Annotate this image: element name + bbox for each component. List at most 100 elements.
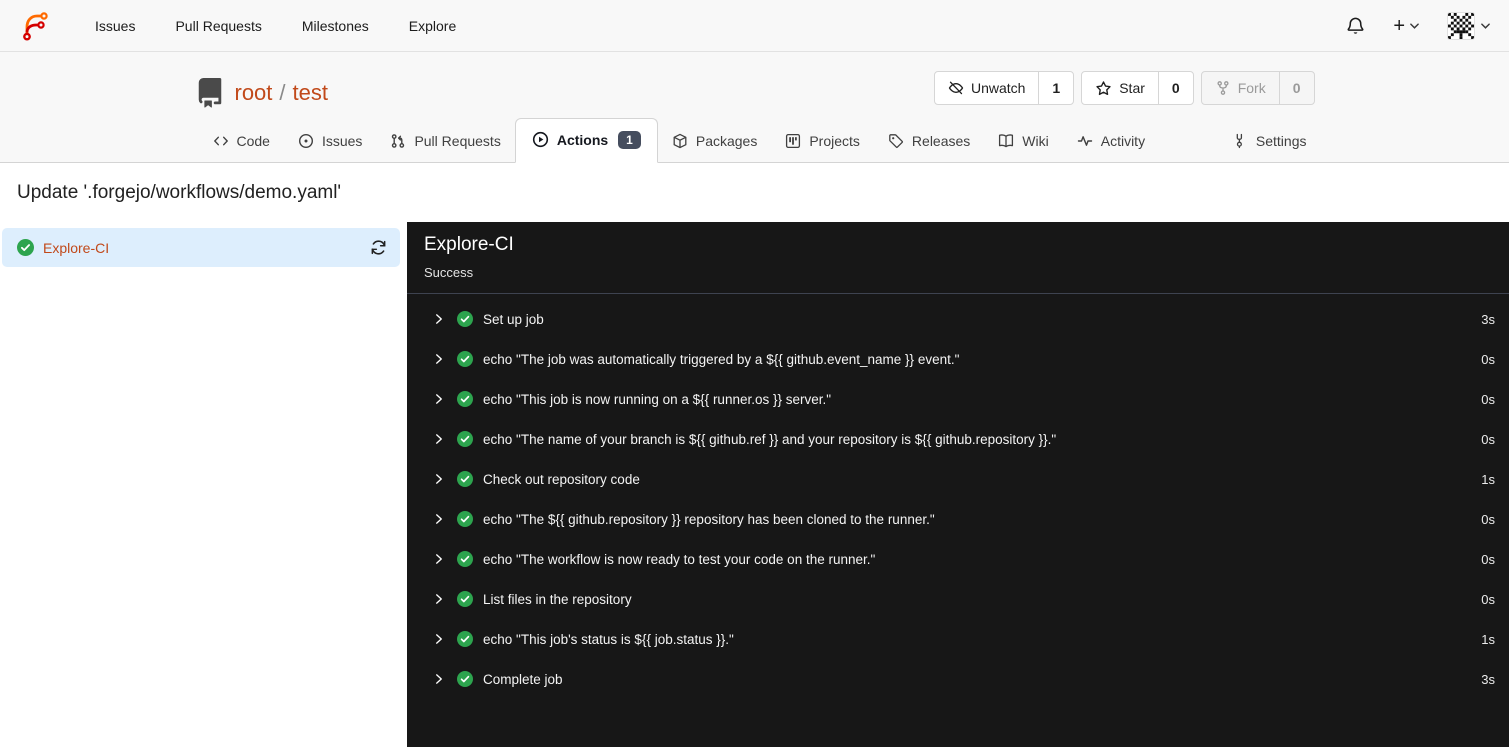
step-row-complete-job[interactable]: Complete job 3s xyxy=(407,659,1509,699)
actions-run-content: Explore-CI Explore-CI Success Set up job… xyxy=(0,222,1509,747)
chevron-right-icon xyxy=(433,513,445,525)
job-success-icon xyxy=(17,239,34,256)
step-duration: 0s xyxy=(1481,551,1495,567)
repo-breadcrumb: root / test xyxy=(235,80,329,106)
star-button[interactable]: Star 0 xyxy=(1081,71,1194,105)
tab-wiki[interactable]: Wiki xyxy=(984,121,1062,162)
watch-count[interactable]: 1 xyxy=(1038,72,1073,104)
step-row-echo-job-status[interactable]: echo "This job's status is ${{ job.statu… xyxy=(407,619,1509,659)
tab-label: Actions xyxy=(556,131,609,148)
notifications-button[interactable] xyxy=(1346,16,1365,36)
fork-count[interactable]: 0 xyxy=(1278,72,1314,104)
step-row-echo-triggered[interactable]: echo "The job was automatically triggere… xyxy=(407,339,1509,379)
tab-releases[interactable]: Releases xyxy=(874,121,984,162)
chevron-right-icon xyxy=(433,393,445,405)
step-duration: 0s xyxy=(1481,391,1495,407)
tab-label: Settings xyxy=(1255,133,1307,149)
bell-icon xyxy=(1347,17,1364,34)
tab-label: Wiki xyxy=(1022,133,1049,149)
step-duration: 1s xyxy=(1481,471,1495,487)
repo-separator: / xyxy=(279,80,286,106)
chevron-right-icon xyxy=(433,313,445,325)
actions-count-badge: 1 xyxy=(618,130,641,149)
step-duration: 0s xyxy=(1481,591,1495,607)
repo-owner-link[interactable]: root xyxy=(235,80,273,106)
user-menu-button[interactable] xyxy=(1447,11,1490,40)
chevron-right-icon xyxy=(433,473,445,485)
step-duration: 0s xyxy=(1481,511,1495,527)
chevron-down-icon xyxy=(1410,22,1419,29)
nav-link-milestones[interactable]: Milestones xyxy=(282,2,389,50)
tab-pull-requests[interactable]: Pull Requests xyxy=(376,121,514,162)
unwatch-button[interactable]: Unwatch 1 xyxy=(933,71,1075,105)
step-success-icon xyxy=(457,591,473,607)
step-row-checkout-code[interactable]: Check out repository code 1s xyxy=(407,459,1509,499)
navbar-links: Issues Pull Requests Milestones Explore xyxy=(75,2,476,50)
pull-request-icon xyxy=(392,134,405,148)
tab-activity[interactable]: Activity xyxy=(1063,121,1159,162)
create-new-button[interactable]: + xyxy=(1393,16,1419,36)
step-row-setup-job[interactable]: Set up job 3s xyxy=(407,299,1509,339)
issue-icon xyxy=(298,133,313,149)
tab-actions[interactable]: Actions 1 xyxy=(514,117,658,163)
star-label: Star xyxy=(1119,80,1145,96)
refresh-icon xyxy=(371,240,386,255)
tab-label: Releases xyxy=(911,133,971,149)
step-row-echo-branch-name[interactable]: echo "The name of your branch is ${{ git… xyxy=(407,419,1509,459)
step-success-icon xyxy=(457,391,473,407)
tab-projects[interactable]: Projects xyxy=(771,121,874,162)
step-row-echo-running-on[interactable]: echo "This job is now running on a ${{ r… xyxy=(407,379,1509,419)
repo-name-link[interactable]: test xyxy=(293,80,328,106)
fork-icon xyxy=(1217,81,1229,95)
tab-label: Projects xyxy=(809,133,860,149)
step-success-icon xyxy=(457,511,473,527)
nav-link-issues[interactable]: Issues xyxy=(75,2,155,50)
plus-icon: + xyxy=(1393,14,1405,37)
chevron-down-icon xyxy=(1481,22,1490,29)
step-success-icon xyxy=(457,431,473,447)
repo-tab-bar: Code Issues Pull Requests Actions 1 Pack… xyxy=(189,117,1321,163)
sidebar-job-explore-ci[interactable]: Explore-CI xyxy=(2,228,400,267)
tab-issues[interactable]: Issues xyxy=(284,121,376,162)
step-duration: 0s xyxy=(1481,431,1495,447)
step-success-icon xyxy=(457,631,473,647)
repo-title-row: root / test Unwatch 1 Star 0 Fork 0 xyxy=(189,52,1321,118)
step-success-icon xyxy=(457,471,473,487)
tab-code[interactable]: Code xyxy=(199,121,284,162)
step-label: echo "The workflow is now ready to test … xyxy=(483,551,876,567)
nav-link-pull-requests[interactable]: Pull Requests xyxy=(155,2,281,50)
step-row-list-files[interactable]: List files in the repository 0s xyxy=(407,579,1509,619)
tab-label: Pull Requests xyxy=(414,133,501,149)
step-label: echo "This job's status is ${{ job.statu… xyxy=(483,631,734,647)
chevron-right-icon xyxy=(433,673,445,685)
chevron-right-icon xyxy=(433,433,445,445)
step-label: echo "This job is now running on a ${{ r… xyxy=(483,391,832,407)
chevron-right-icon xyxy=(433,593,445,605)
chevron-right-icon xyxy=(433,353,445,365)
project-board-icon xyxy=(786,133,801,149)
package-icon xyxy=(673,133,687,149)
step-label: echo "The name of your branch is ${{ git… xyxy=(483,431,1057,447)
user-avatar xyxy=(1447,11,1475,40)
top-navbar: Issues Pull Requests Milestones Explore … xyxy=(0,0,1509,52)
star-count[interactable]: 0 xyxy=(1157,72,1193,104)
step-label: echo "The job was automatically triggere… xyxy=(483,351,960,367)
pulse-icon xyxy=(1077,136,1092,146)
step-row-echo-cloned[interactable]: echo "The ${{ github.repository }} repos… xyxy=(407,499,1509,539)
tab-settings[interactable]: Settings xyxy=(1218,121,1321,162)
rerun-job-button[interactable] xyxy=(368,237,389,258)
step-duration: 3s xyxy=(1481,671,1495,687)
step-duration: 1s xyxy=(1481,631,1495,647)
fork-button[interactable]: Fork 0 xyxy=(1200,71,1315,105)
nav-link-explore[interactable]: Explore xyxy=(389,2,476,50)
steps-list: Set up job 3s echo "The job was automati… xyxy=(407,294,1509,699)
run-header: Explore-CI Success xyxy=(407,222,1509,294)
star-icon xyxy=(1096,80,1111,95)
step-row-echo-ready-to-test[interactable]: echo "The workflow is now ready to test … xyxy=(407,539,1509,579)
forgejo-logo[interactable] xyxy=(19,10,51,42)
tab-packages[interactable]: Packages xyxy=(658,121,771,162)
navbar-right: + xyxy=(1346,11,1490,40)
unwatch-label: Unwatch xyxy=(970,80,1026,96)
run-log-panel: Explore-CI Success Set up job 3s echo "T… xyxy=(407,222,1509,747)
repo-header: root / test Unwatch 1 Star 0 Fork 0 Code… xyxy=(0,52,1509,163)
